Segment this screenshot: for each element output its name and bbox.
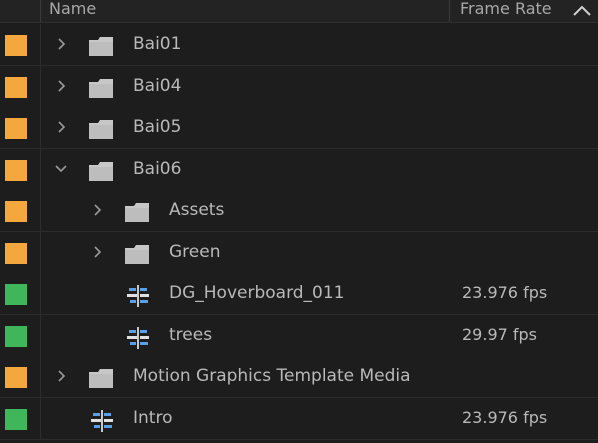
column-divider <box>40 148 41 190</box>
folder-icon <box>89 369 113 388</box>
label-color-swatch[interactable] <box>5 118 27 139</box>
folder-icon <box>125 203 149 222</box>
sequence-row[interactable]: Intro 23.976 fps <box>0 397 598 440</box>
bin-row[interactable]: Green <box>0 231 598 274</box>
frame-rate-value: 29.97 fps <box>462 324 538 344</box>
item-name[interactable]: DG_Hoverboard_011 <box>169 283 345 303</box>
item-name[interactable]: Bai05 <box>133 117 181 137</box>
chevron-right-icon[interactable] <box>54 368 68 384</box>
column-header: Name Frame Rate <box>0 0 598 23</box>
chevron-right-icon[interactable] <box>54 36 68 52</box>
item-name[interactable]: trees <box>169 325 212 345</box>
frame-rate-value: 23.976 fps <box>462 283 548 302</box>
label-color-swatch[interactable] <box>5 284 27 305</box>
folder-icon <box>89 37 113 56</box>
project-panel: Name Frame Rate Bai01 Bai04 Bai05 Bai06 Asse… <box>0 0 598 443</box>
frame-rate-value: 23.976 fps <box>462 407 548 427</box>
column-divider <box>40 24 41 65</box>
chevron-right-icon[interactable] <box>90 202 104 218</box>
bin-row[interactable]: Bai05 <box>0 107 598 149</box>
sequence-icon <box>127 326 149 349</box>
bin-row[interactable]: Assets <box>0 190 598 232</box>
bin-row[interactable]: Bai01 <box>0 24 598 66</box>
column-divider <box>40 314 41 356</box>
folder-icon <box>89 120 113 139</box>
column-divider <box>40 107 41 148</box>
bin-row[interactable]: Bai04 <box>0 65 598 108</box>
chevron-right-icon[interactable] <box>90 244 104 260</box>
item-name[interactable]: Green <box>169 242 220 262</box>
item-name[interactable]: Intro <box>133 408 172 428</box>
folder-icon <box>89 161 113 181</box>
column-divider[interactable] <box>449 0 450 22</box>
label-color-swatch[interactable] <box>5 408 27 430</box>
sequence-row[interactable]: trees 29.97 fps <box>0 314 598 357</box>
sequence-icon <box>127 285 149 307</box>
item-name[interactable]: Bai04 <box>133 76 181 96</box>
item-name[interactable]: Motion Graphics Template Media <box>133 366 411 386</box>
name-column-header[interactable]: Name <box>49 0 96 18</box>
sequence-icon <box>91 409 113 432</box>
bin-row[interactable]: Motion Graphics Template Media <box>0 356 598 398</box>
bin-row[interactable]: Bai06 <box>0 148 598 191</box>
label-color-swatch[interactable] <box>5 242 27 264</box>
chevron-right-icon[interactable] <box>54 119 68 135</box>
column-divider <box>40 231 41 273</box>
chevron-down-icon[interactable] <box>54 161 68 177</box>
column-divider <box>40 273 41 314</box>
chevron-up-icon[interactable] <box>571 3 593 19</box>
column-divider <box>40 190 41 231</box>
label-color-swatch[interactable] <box>5 325 27 347</box>
column-divider[interactable] <box>40 0 41 22</box>
folder-icon <box>125 244 149 264</box>
label-color-swatch[interactable] <box>5 367 27 388</box>
sequence-row[interactable]: DG_Hoverboard_011 23.976 fps <box>0 273 598 315</box>
label-color-swatch[interactable] <box>5 201 27 222</box>
column-divider <box>40 356 41 397</box>
label-color-swatch[interactable] <box>5 35 27 56</box>
item-name[interactable]: Bai06 <box>133 159 181 179</box>
frame-rate-column-header[interactable]: Frame Rate <box>460 0 552 18</box>
folder-icon <box>89 78 113 98</box>
label-color-swatch[interactable] <box>5 159 27 181</box>
column-divider <box>40 65 41 107</box>
column-divider <box>40 397 41 439</box>
item-name[interactable]: Assets <box>169 200 224 220</box>
label-color-swatch[interactable] <box>5 76 27 98</box>
item-name[interactable]: Bai01 <box>133 34 181 54</box>
chevron-right-icon[interactable] <box>54 78 68 94</box>
